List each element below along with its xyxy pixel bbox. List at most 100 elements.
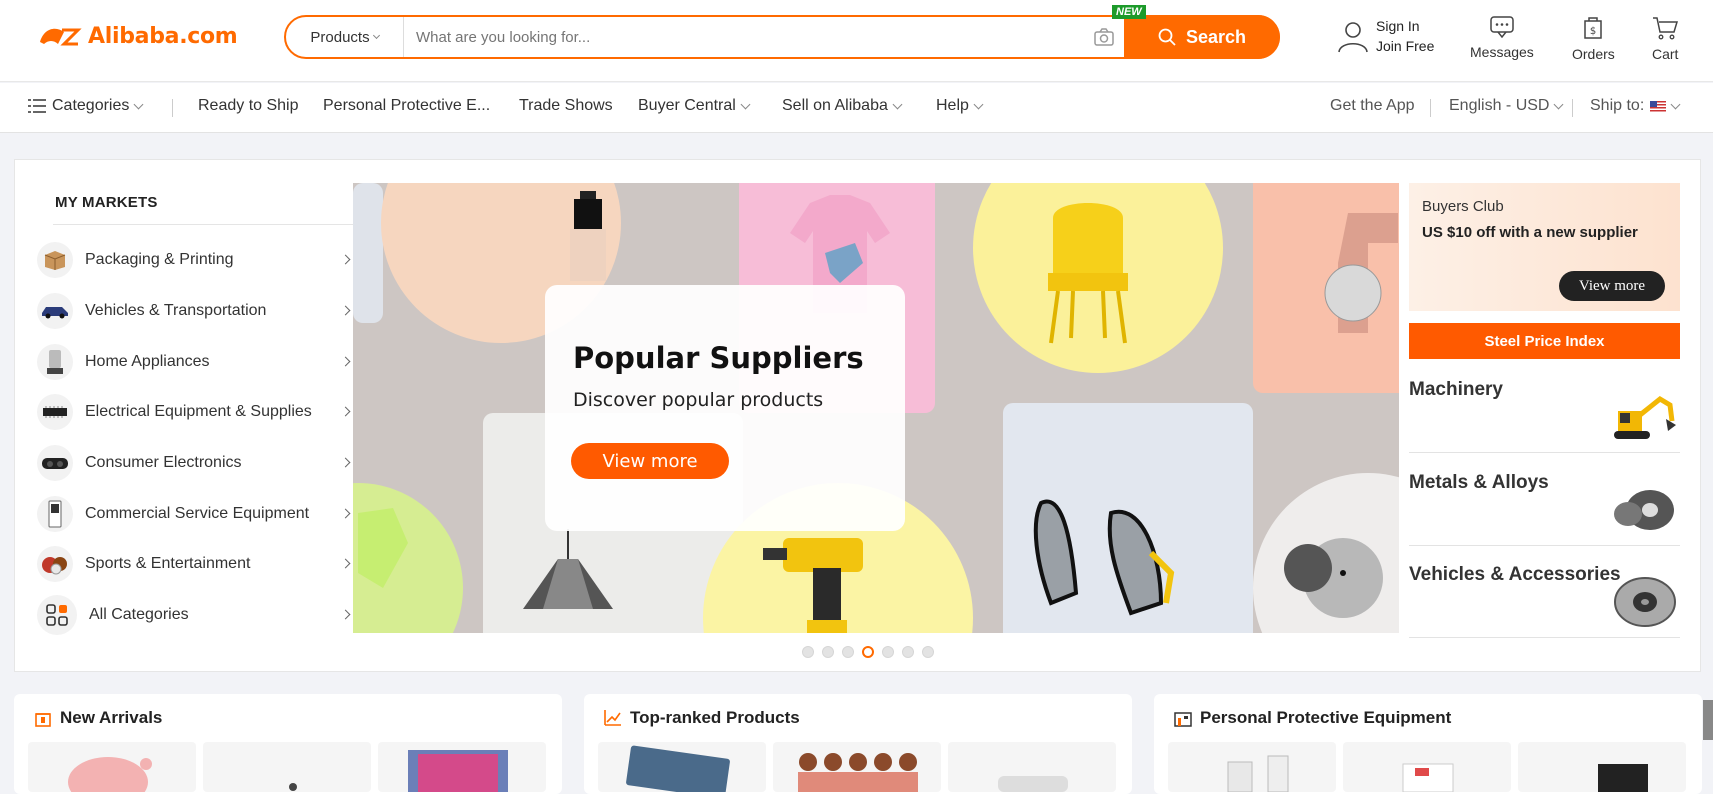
ppe-header: Personal Protective Equipment <box>1174 708 1451 728</box>
nav-ppe[interactable]: Personal Protective E... <box>323 97 490 115</box>
market-item-label: Electrical Equipment & Supplies <box>85 403 312 420</box>
carousel-dot[interactable] <box>822 646 834 658</box>
market-item-electrical[interactable]: Electrical Equipment & Supplies <box>37 392 353 432</box>
us-flag-icon <box>1650 100 1667 112</box>
steel-price-index-button[interactable]: Steel Price Index <box>1409 323 1680 359</box>
join-free-link[interactable]: Join Free <box>1376 36 1434 56</box>
ppe-card[interactable]: Personal Protective Equipment <box>1154 694 1702 794</box>
product-thumbnail[interactable] <box>773 742 941 792</box>
top-ranked-card[interactable]: Top-ranked Products <box>584 694 1132 794</box>
carousel-dot[interactable] <box>862 646 874 658</box>
product-thumbnail[interactable] <box>598 742 766 792</box>
plush-elephant-icon <box>1284 538 1383 618</box>
orders-icon: $ <box>1584 17 1603 39</box>
chevron-down-icon <box>372 31 380 39</box>
search-input[interactable] <box>404 17 1084 57</box>
market-item-label: Home Appliances <box>85 353 210 370</box>
side-category-machinery[interactable]: Machinery <box>1409 363 1680 453</box>
carousel-dot[interactable] <box>902 646 914 658</box>
side-category-label: Metals & Alloys <box>1409 472 1549 493</box>
product-thumbnail[interactable] <box>378 742 546 792</box>
chevron-down-icon <box>973 99 984 109</box>
carousel-dot[interactable] <box>882 646 894 658</box>
hero-banner[interactable]: Popular Suppliers Discover popular produ… <box>353 183 1399 633</box>
market-item-commercial-service[interactable]: Commercial Service Equipment <box>37 494 353 534</box>
buyers-club-card[interactable]: Buyers Club US $10 off with a new suppli… <box>1409 183 1680 311</box>
sign-in-area[interactable]: Sign In Join Free <box>1336 16 1434 56</box>
brake-disc-icon <box>1614 577 1676 627</box>
chevron-down-icon <box>740 99 751 109</box>
side-category-label: Vehicles & Accessories <box>1409 564 1621 585</box>
sign-in-link[interactable]: Sign In <box>1376 16 1434 36</box>
power-drill-icon <box>763 538 863 633</box>
cart-icon <box>1653 17 1679 40</box>
nav-help[interactable]: Help <box>936 97 984 115</box>
product-thumbnail[interactable] <box>1518 742 1686 792</box>
chevron-down-icon <box>133 99 144 109</box>
market-item-label: Commercial Service Equipment <box>85 505 310 522</box>
page-scrollbar[interactable] <box>1703 700 1713 740</box>
nav-divider <box>1572 99 1573 117</box>
steel-coil-icon <box>1614 490 1674 530</box>
market-item-consumer-electronics[interactable]: Consumer Electronics <box>37 443 353 483</box>
trending-up-icon <box>604 710 621 726</box>
side-category-label: Machinery <box>1409 379 1503 400</box>
nav-trade-shows[interactable]: Trade Shows <box>519 97 613 115</box>
new-arrivals-title: New Arrivals <box>60 708 163 727</box>
nav-buyer-central[interactable]: Buyer Central <box>638 97 751 115</box>
carousel-dot[interactable] <box>842 646 854 658</box>
search-category-dropdown[interactable]: Products <box>286 17 404 57</box>
market-item-packaging[interactable]: Packaging & Printing <box>37 240 353 280</box>
user-icon <box>1338 22 1368 53</box>
nav-ready-to-ship-label: Ready to Ship <box>198 97 299 114</box>
nav-sell-on-alibaba[interactable]: Sell on Alibaba <box>782 97 903 115</box>
stand-mixer-icon <box>1324 213 1398 333</box>
my-markets-divider <box>53 224 353 225</box>
banner-view-more-button[interactable]: View more <box>571 443 729 479</box>
product-thumbnail[interactable] <box>1343 742 1511 792</box>
market-item-sports[interactable]: Sports & Entertainment <box>37 544 353 584</box>
product-thumbnail[interactable] <box>28 742 196 792</box>
side-category-vehicles-accessories[interactable]: Vehicles & Accessories <box>1409 548 1680 638</box>
carousel-dot[interactable] <box>802 646 814 658</box>
pump-bottle-icon <box>570 191 606 281</box>
factory-icon <box>1174 712 1192 727</box>
market-item-all-categories[interactable]: All Categories <box>37 595 353 635</box>
sneakers-icon <box>1033 499 1175 616</box>
ppe-title: Personal Protective Equipment <box>1200 708 1452 727</box>
product-thumbnail[interactable] <box>948 742 1116 792</box>
get-the-app-link[interactable]: Get the App <box>1330 97 1415 115</box>
chevron-right-icon <box>340 609 351 620</box>
pendant-lamp-icon <box>523 529 613 609</box>
gift-box-icon <box>35 713 51 727</box>
market-item-vehicles[interactable]: Vehicles & Transportation <box>37 291 353 331</box>
ship-to-select[interactable]: Ship to: <box>1590 97 1681 115</box>
svg-text:$: $ <box>1590 26 1596 37</box>
search-category-label: Products <box>310 28 370 46</box>
market-item-home-appliances[interactable]: Home Appliances <box>37 342 353 382</box>
cart-button[interactable]: Cart <box>1652 16 1678 62</box>
banner-bg-panel <box>353 183 383 323</box>
chevron-right-icon <box>340 406 351 417</box>
market-item-label: All Categories <box>89 606 189 623</box>
alibaba-logo[interactable]: Alibaba.com <box>34 22 238 50</box>
camera-icon[interactable] <box>1084 17 1124 57</box>
new-arrivals-card[interactable]: New Arrivals <box>14 694 562 794</box>
carousel-dots <box>802 646 934 658</box>
language-currency-select[interactable]: English - USD <box>1449 97 1564 115</box>
side-category-metals[interactable]: Metals & Alloys <box>1409 456 1680 546</box>
buyers-club-view-more-button[interactable]: View more <box>1559 271 1665 301</box>
product-thumbnail[interactable] <box>1168 742 1336 792</box>
garden-glove-icon <box>358 508 408 588</box>
alibaba-logo-icon <box>40 28 82 46</box>
excavator-icon <box>1614 395 1676 439</box>
nav-ready-to-ship[interactable]: Ready to Ship <box>198 97 299 115</box>
grid-icon <box>37 595 77 635</box>
messages-button[interactable]: Messages <box>1470 16 1534 60</box>
orders-button[interactable]: $ Orders <box>1572 16 1615 62</box>
carousel-dot[interactable] <box>922 646 934 658</box>
product-thumbnail[interactable] <box>203 742 371 792</box>
nav-help-label: Help <box>936 97 969 114</box>
categories-menu[interactable]: Categories <box>28 97 144 115</box>
search-button[interactable]: NEW Search <box>1112 5 1280 59</box>
